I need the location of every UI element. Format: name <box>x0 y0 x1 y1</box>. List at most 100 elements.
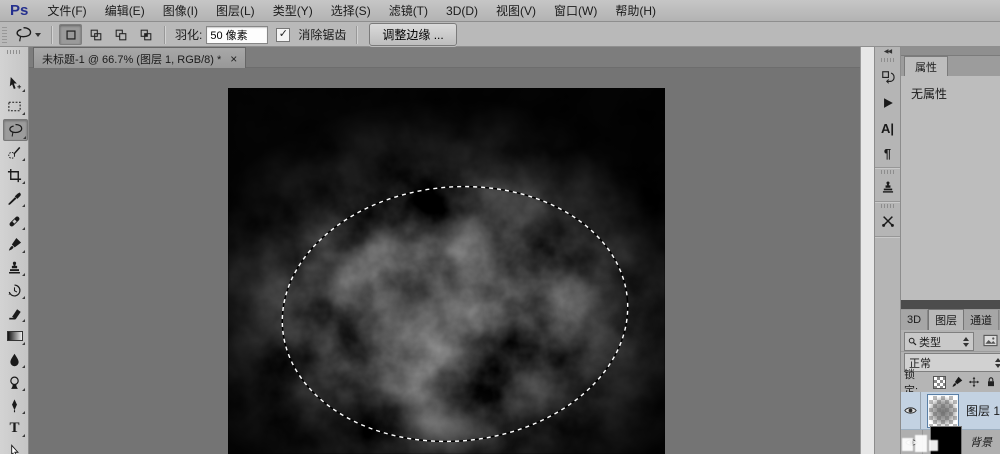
watermark-overlay <box>901 433 941 454</box>
feather-label: 羽化: <box>175 26 202 43</box>
tool-rectangular-marquee[interactable] <box>3 96 26 116</box>
clone-source-panel-button[interactable] <box>877 177 898 197</box>
tab-channels[interactable]: 通道 <box>964 310 999 330</box>
quick-selection-tool-icon <box>7 145 22 160</box>
tab-properties[interactable]: 属性 <box>904 56 948 77</box>
tool-dodge[interactable] <box>3 372 26 392</box>
menu-edit[interactable]: 编辑(E) <box>96 2 154 19</box>
layer1-visibility-toggle[interactable] <box>901 392 921 429</box>
tool-pen[interactable] <box>3 395 26 415</box>
clone-source-icon <box>881 180 895 194</box>
refine-edge-button[interactable]: 调整边缘 ... <box>369 23 456 46</box>
tool-horizontal-type[interactable]: T <box>3 418 26 438</box>
tab-layers[interactable]: 图层 <box>928 309 964 330</box>
panels-header-strip <box>901 47 1000 56</box>
options-gripper <box>2 27 7 43</box>
tool-spot-healing-brush[interactable] <box>3 211 26 231</box>
dock-gripper <box>881 204 895 208</box>
menu-type[interactable]: 类型(Y) <box>264 2 322 19</box>
marching-ants-selection <box>228 88 665 454</box>
layer1-cloud-preview <box>929 396 957 426</box>
lock-pixels-brush-icon[interactable] <box>951 376 963 388</box>
menu-select[interactable]: 选择(S) <box>322 2 380 19</box>
tool-path-selection[interactable] <box>3 441 26 454</box>
tool-preset-dropdown-arrow-icon[interactable] <box>35 33 41 37</box>
menu-view[interactable]: 视图(V) <box>487 2 545 19</box>
document-tab-close-icon[interactable]: × <box>230 53 237 65</box>
tool-eraser[interactable] <box>3 303 26 323</box>
actions-panel-button[interactable] <box>877 93 898 113</box>
antialias-checkbox[interactable]: ✓ <box>276 28 290 42</box>
blur-tool-icon <box>7 352 22 367</box>
menu-help[interactable]: 帮助(H) <box>606 2 665 19</box>
paragraph-icon: ¶ <box>884 146 891 161</box>
lock-all-icon[interactable] <box>985 376 997 388</box>
lasso-tool-icon <box>8 123 23 138</box>
intersect-selection-mode-button[interactable] <box>134 24 157 45</box>
move-tool-icon <box>7 76 22 91</box>
add-to-selection-mode-button[interactable] <box>84 24 107 45</box>
photoshop-logo: Ps <box>10 2 28 19</box>
lock-transparency-icon[interactable] <box>933 376 946 389</box>
lock-row: 锁定: <box>901 372 1000 392</box>
tool-gradient[interactable] <box>3 326 26 346</box>
tools-panel: T <box>0 47 29 454</box>
paragraph-panel-button[interactable]: ¶ <box>877 143 898 163</box>
menu-3d[interactable]: 3D(D) <box>437 4 487 18</box>
history-panel-button[interactable] <box>877 67 898 87</box>
tool-blur[interactable] <box>3 349 26 369</box>
panel-icon-dock: ◀◀ A| ¶ <box>874 47 900 454</box>
subtract-selection-mode-button[interactable] <box>109 24 132 45</box>
background-name[interactable]: 背景 <box>970 434 992 450</box>
tool-brush[interactable] <box>3 234 26 254</box>
document-tab[interactable]: 未标题-1 @ 66.7% (图层 1, RGB/8) * × <box>33 47 246 69</box>
menu-window[interactable]: 窗口(W) <box>545 2 606 19</box>
dock-separator <box>875 201 900 202</box>
type-tool-icon: T <box>9 421 19 436</box>
options-separator <box>164 26 165 44</box>
feather-input[interactable] <box>206 26 268 44</box>
menu-layer[interactable]: 图层(L) <box>207 2 264 19</box>
document-tab-title: 未标题-1 @ 66.7% (图层 1, RGB/8) * <box>42 51 221 67</box>
eraser-tool-icon <box>7 306 22 321</box>
layer1-name[interactable]: 图层 1 <box>966 402 1000 419</box>
tool-crop[interactable] <box>3 165 26 185</box>
tool-history-brush[interactable] <box>3 280 26 300</box>
play-icon <box>881 96 895 110</box>
canvas[interactable] <box>228 88 665 454</box>
filter-pixel-layers-icon[interactable] <box>983 334 998 347</box>
lasso-icon <box>15 26 32 43</box>
menu-file[interactable]: 文件(F) <box>38 2 95 19</box>
dock-gripper <box>881 58 895 62</box>
menu-image[interactable]: 图像(I) <box>154 2 207 19</box>
tool-presets-panel-button[interactable] <box>877 211 898 231</box>
menu-filter[interactable]: 滤镜(T) <box>380 2 437 19</box>
dropdown-stepper-icon <box>995 358 1000 368</box>
eyedropper-tool-icon <box>7 191 22 206</box>
tool-quick-selection[interactable] <box>3 142 26 162</box>
tool-lasso[interactable] <box>3 119 28 141</box>
menu-bar: Ps 文件(F) 编辑(E) 图像(I) 图层(L) 类型(Y) 选择(S) 滤… <box>0 0 1000 22</box>
tool-move[interactable] <box>3 73 26 93</box>
no-properties-text: 无属性 <box>911 87 947 101</box>
photoshop-window: Ps 文件(F) 编辑(E) 图像(I) 图层(L) 类型(Y) 选择(S) 滤… <box>0 0 1000 454</box>
history-brush-tool-icon <box>7 283 22 298</box>
layer-row-layer1[interactable]: 图层 1 <box>901 392 1000 430</box>
filter-kind-dropdown[interactable]: 类型 <box>904 332 974 351</box>
lock-position-icon[interactable] <box>968 376 980 388</box>
filter-kind-label: 类型 <box>919 334 941 350</box>
options-separator <box>51 26 52 44</box>
properties-panel-body: 无属性 <box>901 76 1000 300</box>
dodge-tool-icon <box>7 375 22 390</box>
character-panel-button[interactable]: A| <box>877 118 898 138</box>
active-tool-lasso-button[interactable] <box>11 25 45 44</box>
tool-eyedropper[interactable] <box>3 188 26 208</box>
character-icon: A| <box>881 121 894 136</box>
new-selection-mode-button[interactable] <box>59 24 82 45</box>
tool-clone-stamp[interactable] <box>3 257 26 277</box>
dock-edge-strip <box>860 47 874 454</box>
collapse-dock-chevrons-icon[interactable]: ◀◀ <box>875 48 900 55</box>
tab-3d[interactable]: 3D <box>901 310 928 330</box>
properties-tab-bar: 属性 <box>901 56 1000 76</box>
layer1-thumbnail[interactable] <box>928 395 958 427</box>
